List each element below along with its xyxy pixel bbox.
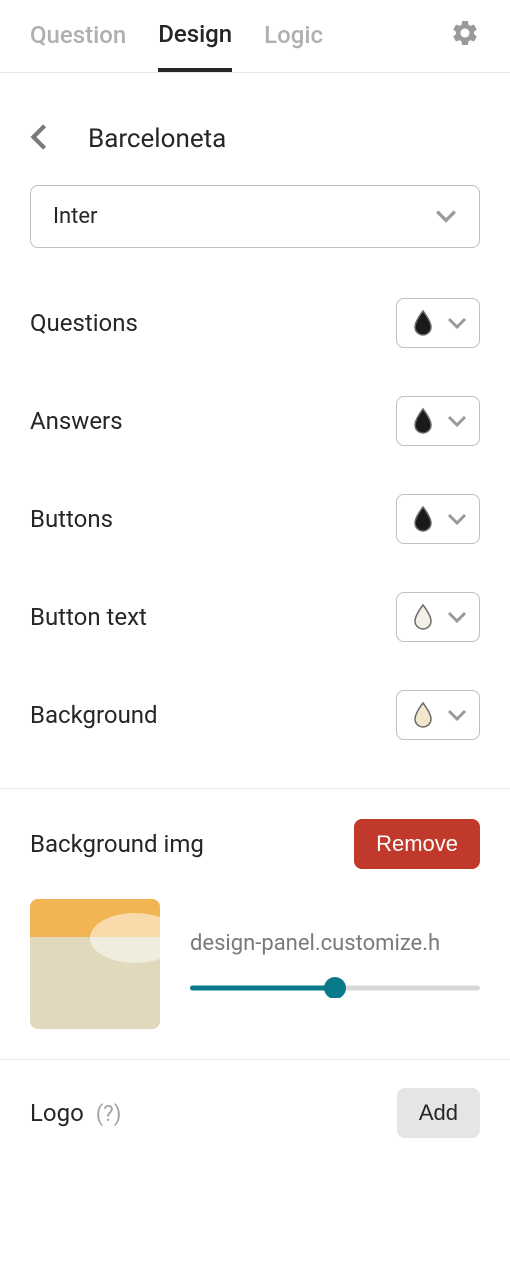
background-img-label: Background img	[30, 830, 204, 858]
color-picker-answers[interactable]	[396, 396, 480, 446]
tab-logic[interactable]: Logic	[264, 21, 323, 69]
tabs-bar: Question Design Logic	[0, 0, 510, 73]
logo-label: Logo	[30, 1099, 84, 1127]
drop-icon	[409, 603, 437, 631]
gear-icon[interactable]	[450, 18, 480, 72]
color-label: Button text	[30, 603, 147, 631]
font-dropdown-value: Inter	[53, 204, 97, 229]
add-button[interactable]: Add	[397, 1088, 480, 1138]
color-picker-background[interactable]	[396, 690, 480, 740]
color-label: Answers	[30, 407, 123, 435]
drop-icon	[409, 505, 437, 533]
drop-icon	[409, 701, 437, 729]
chevron-down-icon	[447, 510, 467, 529]
chevron-down-icon	[447, 706, 467, 725]
background-img-body: design-panel.customize.h	[30, 899, 480, 1029]
background-img-path: design-panel.customize.h	[190, 931, 480, 956]
color-row-questions: Questions	[30, 298, 480, 348]
colors-section: Questions Answers Buttons	[0, 298, 510, 740]
chevron-down-icon	[447, 314, 467, 333]
color-row-buttons: Buttons	[30, 494, 480, 544]
background-img-section: Background img Remove design-panel.custo…	[0, 789, 510, 1060]
color-row-background: Background	[30, 690, 480, 740]
page-title: Barceloneta	[88, 124, 226, 154]
logo-help-icon[interactable]: (?)	[96, 1102, 122, 1127]
background-img-right: design-panel.customize.h	[190, 931, 480, 998]
color-label: Questions	[30, 309, 138, 337]
logo-section: Logo (?) Add	[0, 1060, 510, 1168]
drop-icon	[409, 309, 437, 337]
tab-design[interactable]: Design	[158, 20, 232, 72]
font-section: Inter	[0, 185, 510, 248]
tab-question[interactable]: Question	[30, 21, 126, 69]
slider-thumb[interactable]	[324, 977, 346, 998]
logo-left: Logo (?)	[30, 1099, 121, 1127]
color-label: Background	[30, 701, 158, 729]
background-thumbnail[interactable]	[30, 899, 160, 1029]
color-picker-buttons[interactable]	[396, 494, 480, 544]
drop-icon	[409, 407, 437, 435]
color-picker-button-text[interactable]	[396, 592, 480, 642]
back-icon[interactable]	[30, 123, 48, 155]
background-img-header: Background img Remove	[30, 819, 480, 869]
chevron-down-icon	[447, 608, 467, 627]
chevron-down-icon	[435, 204, 457, 229]
color-label: Buttons	[30, 505, 113, 533]
color-picker-questions[interactable]	[396, 298, 480, 348]
header-row: Barceloneta	[0, 73, 510, 185]
brightness-slider[interactable]	[190, 978, 480, 998]
chevron-down-icon	[447, 412, 467, 431]
remove-button[interactable]: Remove	[354, 819, 480, 869]
color-row-button-text: Button text	[30, 592, 480, 642]
color-row-answers: Answers	[30, 396, 480, 446]
font-dropdown[interactable]: Inter	[30, 185, 480, 248]
